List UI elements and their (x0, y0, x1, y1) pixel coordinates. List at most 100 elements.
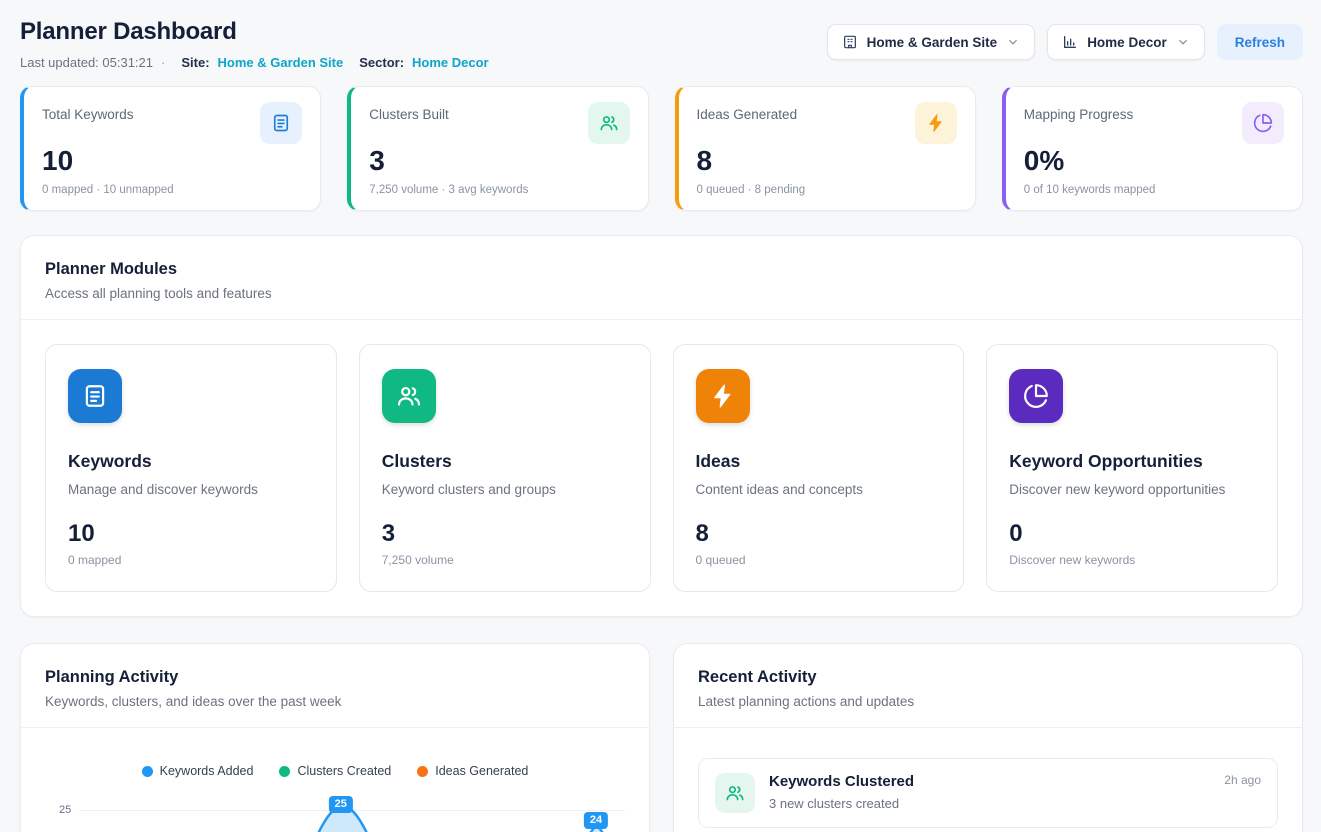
module-caption: 0 mapped (68, 553, 314, 567)
divider (21, 727, 649, 728)
divider (674, 727, 1302, 728)
building-icon (842, 34, 858, 50)
section-subtitle: Access all planning tools and features (45, 286, 1278, 301)
site-selector-dropdown[interactable]: Home & Garden Site (827, 24, 1036, 60)
stat-card-clusters-built: Clusters Built 3 7,250 volume · 3 avg ke… (347, 86, 648, 211)
sector-link[interactable]: Home Decor (412, 55, 489, 70)
module-card-keyword-opportunities[interactable]: Keyword Opportunities Discover new keywo… (986, 344, 1278, 592)
bar-chart-icon (1062, 34, 1078, 50)
activity-description: 3 new clusters created (769, 796, 914, 811)
site-selector-value: Home & Garden Site (867, 35, 998, 50)
y-axis-tick: 25 (59, 804, 71, 816)
users-icon (588, 102, 630, 144)
document-lines-icon (260, 102, 302, 144)
chevron-down-icon (1176, 35, 1190, 49)
legend-label: Ideas Generated (435, 764, 528, 778)
legend-item-ideas-generated[interactable]: Ideas Generated (417, 764, 528, 778)
module-caption: Discover new keywords (1009, 553, 1255, 567)
module-caption: 0 queued (696, 553, 942, 567)
bolt-icon (915, 102, 957, 144)
stat-label: Total Keywords (42, 107, 134, 122)
legend-label: Clusters Created (297, 764, 391, 778)
module-caption: 7,250 volume (382, 553, 628, 567)
section-subtitle: Keywords, clusters, and ideas over the p… (45, 694, 625, 709)
chart-legend: Keywords Added Clusters Created Ideas Ge… (45, 764, 625, 778)
module-value: 0 (1009, 521, 1255, 547)
section-title: Planner Modules (45, 260, 1278, 279)
stat-card-ideas-generated: Ideas Generated 8 0 queued · 8 pending (675, 86, 976, 211)
legend-item-keywords-added[interactable]: Keywords Added (142, 764, 254, 778)
legend-dot (417, 766, 428, 777)
legend-label: Keywords Added (160, 764, 254, 778)
legend-dot (142, 766, 153, 777)
site-label: Site: (181, 55, 209, 70)
activity-timestamp: 2h ago (1224, 773, 1261, 787)
bottom-row: Planning Activity Keywords, clusters, an… (20, 619, 1303, 832)
module-description: Content ideas and concepts (696, 482, 942, 497)
module-title: Clusters (382, 451, 628, 472)
page-title: Planner Dashboard (20, 18, 489, 46)
header-controls: Home & Garden Site Home Decor Refresh (827, 24, 1303, 60)
panel-head: Planner Modules Access all planning tool… (45, 260, 1278, 301)
section-title: Planning Activity (45, 668, 625, 687)
module-description: Manage and discover keywords (68, 482, 314, 497)
legend-item-clusters-created[interactable]: Clusters Created (279, 764, 391, 778)
refresh-button[interactable]: Refresh (1217, 24, 1303, 60)
stat-value: 3 (369, 146, 629, 177)
users-icon (715, 773, 755, 813)
pie-chart-icon (1242, 102, 1284, 144)
stat-caption: 0 of 10 keywords mapped (1024, 184, 1284, 196)
separator-dot: · (161, 55, 165, 70)
module-value: 10 (68, 521, 314, 547)
users-icon (382, 369, 436, 423)
planner-modules-panel: Planner Modules Access all planning tool… (20, 235, 1303, 617)
bolt-icon (696, 369, 750, 423)
stat-value: 8 (697, 146, 957, 177)
module-value: 3 (382, 521, 628, 547)
module-card-ideas[interactable]: Ideas Content ideas and concepts 8 0 que… (673, 344, 965, 592)
data-point-label: 24 (584, 812, 608, 829)
stat-caption: 7,250 volume · 3 avg keywords (369, 184, 629, 196)
module-title: Ideas (696, 451, 942, 472)
stat-caption: 0 mapped · 10 unmapped (42, 184, 302, 196)
module-value: 8 (696, 521, 942, 547)
section-subtitle: Latest planning actions and updates (698, 694, 1278, 709)
header-left: Planner Dashboard Last updated: 05:31:21… (20, 18, 489, 70)
section-title: Recent Activity (698, 668, 1278, 687)
modules-grid: Keywords Manage and discover keywords 10… (45, 344, 1278, 592)
activity-text: Keywords Clustered 3 new clusters create… (769, 773, 914, 811)
module-description: Discover new keyword opportunities (1009, 482, 1255, 497)
sector-label: Sector: (359, 55, 404, 70)
module-title: Keywords (68, 451, 314, 472)
stat-card-total-keywords: Total Keywords 10 0 mapped · 10 unmapped (20, 86, 321, 211)
activity-item-keywords-clustered: Keywords Clustered 3 new clusters create… (698, 758, 1278, 828)
header: Planner Dashboard Last updated: 05:31:21… (20, 18, 1303, 70)
stats-row: Total Keywords 10 0 mapped · 10 unmapped… (20, 86, 1303, 211)
legend-dot (279, 766, 290, 777)
stat-label: Clusters Built (369, 107, 449, 122)
stat-card-mapping-progress: Mapping Progress 0% 0 of 10 keywords map… (1002, 86, 1303, 211)
meta-line: Last updated: 05:31:21 · Site: Home & Ga… (20, 55, 489, 70)
stat-value: 0% (1024, 146, 1284, 177)
module-card-keywords[interactable]: Keywords Manage and discover keywords 10… (45, 344, 337, 592)
activity-title: Keywords Clustered (769, 773, 914, 790)
divider (21, 319, 1302, 320)
stat-caption: 0 queued · 8 pending (697, 184, 957, 196)
stat-label: Mapping Progress (1024, 107, 1134, 122)
sector-selector-value: Home Decor (1087, 35, 1167, 50)
activity-chart: 25 25 24 (45, 790, 625, 832)
planning-activity-panel: Planning Activity Keywords, clusters, an… (20, 643, 650, 832)
recent-activity-panel: Recent Activity Latest planning actions … (673, 643, 1303, 832)
stat-label: Ideas Generated (697, 107, 798, 122)
data-point-label: 25 (329, 796, 353, 813)
sector-selector-dropdown[interactable]: Home Decor (1047, 24, 1205, 60)
document-lines-icon (68, 369, 122, 423)
site-link[interactable]: Home & Garden Site (218, 55, 344, 70)
module-card-clusters[interactable]: Clusters Keyword clusters and groups 3 7… (359, 344, 651, 592)
last-updated-text: Last updated: 05:31:21 (20, 55, 153, 70)
planner-dashboard-page: Planner Dashboard Last updated: 05:31:21… (0, 0, 1321, 832)
module-description: Keyword clusters and groups (382, 482, 628, 497)
stat-value: 10 (42, 146, 302, 177)
chevron-down-icon (1006, 35, 1020, 49)
pie-chart-icon (1009, 369, 1063, 423)
